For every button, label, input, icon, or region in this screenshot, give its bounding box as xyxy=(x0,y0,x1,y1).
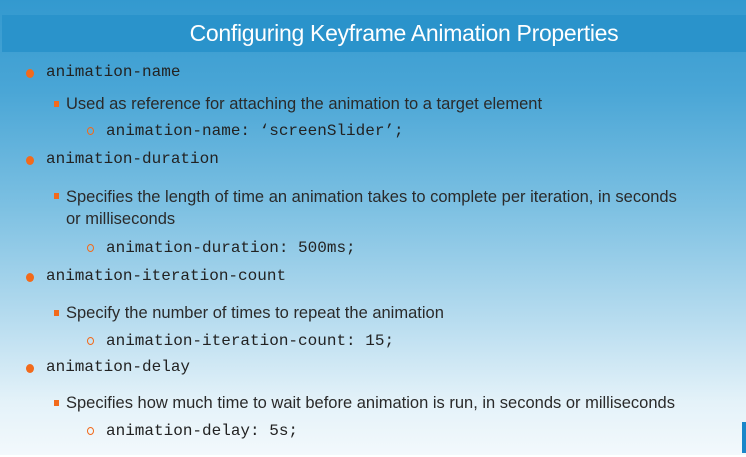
property-example: animation-iteration-count: 15; xyxy=(106,332,395,350)
bullet-icon xyxy=(87,337,94,345)
property-description: Specifies how much time to wait before a… xyxy=(66,394,675,412)
slide-title: Configuring Keyframe Animation Propertie… xyxy=(2,15,746,52)
bullet-icon xyxy=(26,69,34,78)
property-name: animation-delay xyxy=(46,358,191,376)
property-description: Specifies the length of time an animatio… xyxy=(66,188,677,228)
bullet-icon xyxy=(54,193,59,199)
property-example: animation-duration: 500ms; xyxy=(106,239,356,257)
property-description: Specify the number of times to repeat th… xyxy=(66,304,444,322)
bullet-icon xyxy=(54,310,59,316)
property-name: animation-iteration-count xyxy=(46,267,287,285)
bullet-icon xyxy=(54,400,59,406)
bullet-icon xyxy=(54,101,59,107)
property-example: animation-name: ‘screenSlider’; xyxy=(106,122,404,140)
property-name: animation-name xyxy=(46,63,181,81)
accent-bar xyxy=(742,422,746,453)
bullet-icon xyxy=(87,427,94,435)
bullet-icon xyxy=(26,364,34,373)
property-description: Used as reference for attaching the anim… xyxy=(66,95,543,113)
property-example: animation-delay: 5s; xyxy=(106,422,299,440)
bullet-icon xyxy=(87,127,94,135)
bullet-icon xyxy=(26,273,34,282)
bullet-icon xyxy=(26,156,34,165)
bullet-icon xyxy=(87,244,94,252)
property-name: animation-duration xyxy=(46,150,219,168)
